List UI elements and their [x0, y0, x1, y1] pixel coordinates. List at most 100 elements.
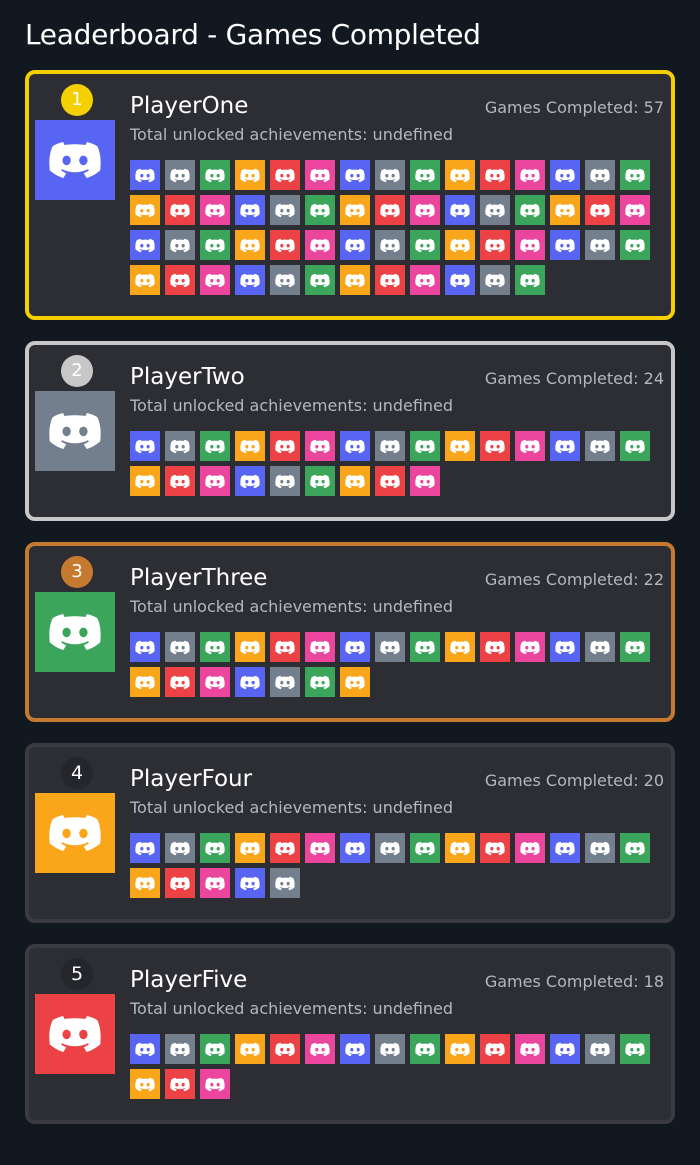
game-icon[interactable]	[235, 265, 265, 295]
game-icon[interactable]	[270, 160, 300, 190]
game-icon[interactable]	[410, 466, 440, 496]
game-icon[interactable]	[480, 195, 510, 225]
game-icon[interactable]	[445, 431, 475, 461]
game-icon[interactable]	[200, 833, 230, 863]
game-icon[interactable]	[620, 1034, 650, 1064]
game-icon[interactable]	[340, 195, 370, 225]
game-icon[interactable]	[165, 265, 195, 295]
player-card[interactable]: 3 PlayerThree Games Completed: 22 Total …	[25, 542, 675, 722]
game-icon[interactable]	[375, 230, 405, 260]
game-icon[interactable]	[305, 265, 335, 295]
game-icon[interactable]	[515, 1034, 545, 1064]
game-icon[interactable]	[445, 230, 475, 260]
game-icon[interactable]	[305, 667, 335, 697]
game-icon[interactable]	[165, 1034, 195, 1064]
game-icon[interactable]	[410, 160, 440, 190]
game-icon[interactable]	[340, 1034, 370, 1064]
game-icon[interactable]	[550, 195, 580, 225]
game-icon[interactable]	[200, 868, 230, 898]
game-icon[interactable]	[550, 230, 580, 260]
game-icon[interactable]	[375, 431, 405, 461]
game-icon[interactable]	[410, 431, 440, 461]
game-icon[interactable]	[480, 230, 510, 260]
game-icon[interactable]	[340, 466, 370, 496]
game-icon[interactable]	[235, 833, 265, 863]
game-icon[interactable]	[270, 667, 300, 697]
game-icon[interactable]	[445, 833, 475, 863]
game-icon[interactable]	[165, 1069, 195, 1099]
game-icon[interactable]	[165, 160, 195, 190]
game-icon[interactable]	[480, 265, 510, 295]
game-icon[interactable]	[585, 160, 615, 190]
game-icon[interactable]	[410, 195, 440, 225]
game-icon[interactable]	[305, 230, 335, 260]
game-icon[interactable]	[130, 632, 160, 662]
game-icon[interactable]	[130, 230, 160, 260]
game-icon[interactable]	[165, 195, 195, 225]
game-icon[interactable]	[270, 431, 300, 461]
game-icon[interactable]	[235, 868, 265, 898]
game-icon[interactable]	[515, 195, 545, 225]
game-icon[interactable]	[270, 833, 300, 863]
game-icon[interactable]	[620, 195, 650, 225]
game-icon[interactable]	[445, 265, 475, 295]
game-icon[interactable]	[620, 230, 650, 260]
game-icon[interactable]	[375, 160, 405, 190]
game-icon[interactable]	[375, 195, 405, 225]
game-icon[interactable]	[200, 632, 230, 662]
game-icon[interactable]	[165, 667, 195, 697]
game-icon[interactable]	[585, 1034, 615, 1064]
game-icon[interactable]	[130, 868, 160, 898]
game-icon[interactable]	[410, 1034, 440, 1064]
game-icon[interactable]	[305, 195, 335, 225]
game-icon[interactable]	[200, 1034, 230, 1064]
game-icon[interactable]	[620, 160, 650, 190]
player-card[interactable]: 1 PlayerOne Games Completed: 57 Total un…	[25, 70, 675, 320]
game-icon[interactable]	[305, 466, 335, 496]
game-icon[interactable]	[585, 195, 615, 225]
game-icon[interactable]	[305, 431, 335, 461]
game-icon[interactable]	[620, 431, 650, 461]
game-icon[interactable]	[550, 833, 580, 863]
game-icon[interactable]	[305, 833, 335, 863]
game-icon[interactable]	[550, 632, 580, 662]
game-icon[interactable]	[165, 230, 195, 260]
game-icon[interactable]	[445, 632, 475, 662]
game-icon[interactable]	[550, 160, 580, 190]
game-icon[interactable]	[340, 632, 370, 662]
game-icon[interactable]	[550, 431, 580, 461]
game-icon[interactable]	[340, 265, 370, 295]
game-icon[interactable]	[340, 431, 370, 461]
game-icon[interactable]	[235, 160, 265, 190]
game-icon[interactable]	[130, 833, 160, 863]
game-icon[interactable]	[270, 265, 300, 295]
game-icon[interactable]	[480, 1034, 510, 1064]
game-icon[interactable]	[200, 466, 230, 496]
game-icon[interactable]	[340, 667, 370, 697]
game-icon[interactable]	[200, 1069, 230, 1099]
game-icon[interactable]	[165, 868, 195, 898]
game-icon[interactable]	[200, 160, 230, 190]
game-icon[interactable]	[620, 833, 650, 863]
game-icon[interactable]	[480, 431, 510, 461]
game-icon[interactable]	[410, 230, 440, 260]
game-icon[interactable]	[515, 265, 545, 295]
game-icon[interactable]	[130, 195, 160, 225]
game-icon[interactable]	[375, 833, 405, 863]
game-icon[interactable]	[235, 230, 265, 260]
game-icon[interactable]	[200, 667, 230, 697]
game-icon[interactable]	[445, 160, 475, 190]
game-icon[interactable]	[270, 230, 300, 260]
game-icon[interactable]	[235, 195, 265, 225]
game-icon[interactable]	[340, 160, 370, 190]
game-icon[interactable]	[585, 230, 615, 260]
game-icon[interactable]	[585, 833, 615, 863]
game-icon[interactable]	[585, 431, 615, 461]
game-icon[interactable]	[445, 1034, 475, 1064]
game-icon[interactable]	[305, 632, 335, 662]
game-icon[interactable]	[515, 230, 545, 260]
game-icon[interactable]	[235, 466, 265, 496]
game-icon[interactable]	[515, 431, 545, 461]
game-icon[interactable]	[165, 466, 195, 496]
game-icon[interactable]	[130, 466, 160, 496]
